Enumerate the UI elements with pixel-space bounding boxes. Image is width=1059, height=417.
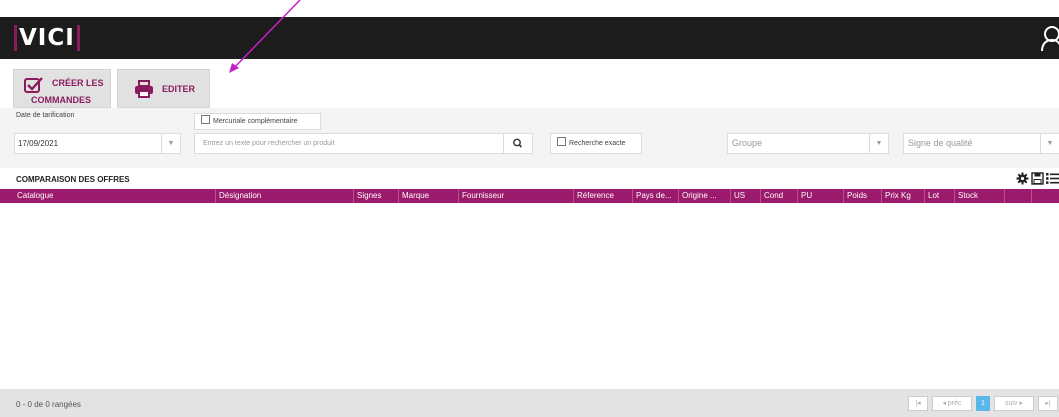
quality-sign-placeholder: Signe de qualité — [908, 138, 973, 148]
date-label: Date de tarification — [16, 112, 75, 119]
edit-label: EDITER — [162, 84, 196, 94]
grid-footer: 0 - 0 de 0 rangées |◂ ◂ préc 1 suiv ▸ ▸| — [0, 389, 1059, 417]
mercuriale-checkbox[interactable]: Mercuriale complémentaire — [194, 113, 321, 130]
create-orders-label-2: COMMANDES — [31, 95, 91, 105]
checkbox-icon[interactable] — [201, 115, 210, 124]
col-stock[interactable]: Stock — [955, 189, 1005, 203]
printer-icon — [135, 80, 153, 98]
col-signes[interactable]: Signes — [354, 189, 399, 203]
grid-body — [0, 203, 1059, 389]
create-orders-label-1: CRÉER LES — [52, 78, 104, 88]
col-extra — [1005, 189, 1032, 203]
group-placeholder: Groupe — [732, 138, 763, 148]
search-button[interactable] — [503, 134, 532, 153]
col-pu[interactable]: PU — [798, 189, 844, 203]
app-header: VICI — [0, 17, 1059, 59]
save-icon[interactable] — [1031, 172, 1044, 185]
chevron-down-icon[interactable]: ▼ — [161, 134, 180, 153]
create-orders-button[interactable]: CRÉER LES COMMANDES — [13, 69, 111, 108]
checkbox-icon[interactable] — [557, 137, 566, 146]
list-icon[interactable] — [1046, 172, 1059, 185]
col-us[interactable]: US — [731, 189, 761, 203]
row-count-info: 0 - 0 de 0 rangées — [16, 400, 81, 409]
search-placeholder: Entrez un texte pour rechercher un produ… — [203, 140, 335, 147]
edit-print-button[interactable]: EDITER — [117, 69, 210, 108]
date-dropdown[interactable]: 17/09/2021 ▼ — [14, 133, 181, 154]
grid-header-row: Catalogue Désignation Signes Marque Four… — [0, 189, 1059, 203]
chevron-down-icon[interactable]: ▼ — [869, 134, 888, 153]
next-page-button[interactable]: suiv ▸ — [994, 396, 1034, 411]
col-marque[interactable]: Marque — [399, 189, 459, 203]
col-fournisseur[interactable]: Fournisseur — [459, 189, 574, 203]
col-catalogue[interactable]: Catalogue — [14, 189, 216, 203]
checkbox-checked-icon — [24, 77, 43, 93]
grid-tools — [1016, 172, 1059, 185]
search-icon — [513, 138, 523, 148]
exact-search-checkbox[interactable]: Recherche exacte — [550, 133, 642, 154]
first-page-button[interactable]: |◂ — [908, 396, 928, 411]
user-icon[interactable] — [1039, 25, 1059, 51]
gear-icon[interactable] — [1016, 172, 1029, 185]
col-designation[interactable]: Désignation — [216, 189, 354, 203]
chevron-down-icon[interactable]: ▼ — [1040, 134, 1059, 153]
col-prix-kg[interactable]: Prix Kg — [882, 189, 925, 203]
previous-page-button[interactable]: ◂ préc — [932, 396, 972, 411]
group-select[interactable]: Groupe ▼ — [727, 133, 889, 154]
col-origine[interactable]: Origine ... — [679, 189, 731, 203]
logo-text: VICI — [19, 25, 75, 51]
col-lot[interactable]: Lot — [925, 189, 955, 203]
col-poids[interactable]: Poids — [844, 189, 882, 203]
col-reference[interactable]: Réference — [574, 189, 633, 203]
last-page-button[interactable]: ▸| — [1038, 396, 1058, 411]
vici-logo[interactable]: VICI — [14, 23, 80, 53]
quality-sign-select[interactable]: Signe de qualité ▼ — [903, 133, 1059, 154]
product-search-input[interactable]: Entrez un texte pour rechercher un produ… — [194, 133, 533, 154]
section-title: COMPARAISON DES OFFRES — [16, 175, 130, 184]
current-page-button[interactable]: 1 — [976, 396, 990, 411]
exact-search-label: Recherche exacte — [569, 140, 626, 147]
mercuriale-label: Mercuriale complémentaire — [213, 118, 298, 125]
date-value: 17/09/2021 — [18, 139, 59, 148]
col-cond[interactable]: Cond — [761, 189, 798, 203]
col-pays[interactable]: Pays de... — [633, 189, 679, 203]
